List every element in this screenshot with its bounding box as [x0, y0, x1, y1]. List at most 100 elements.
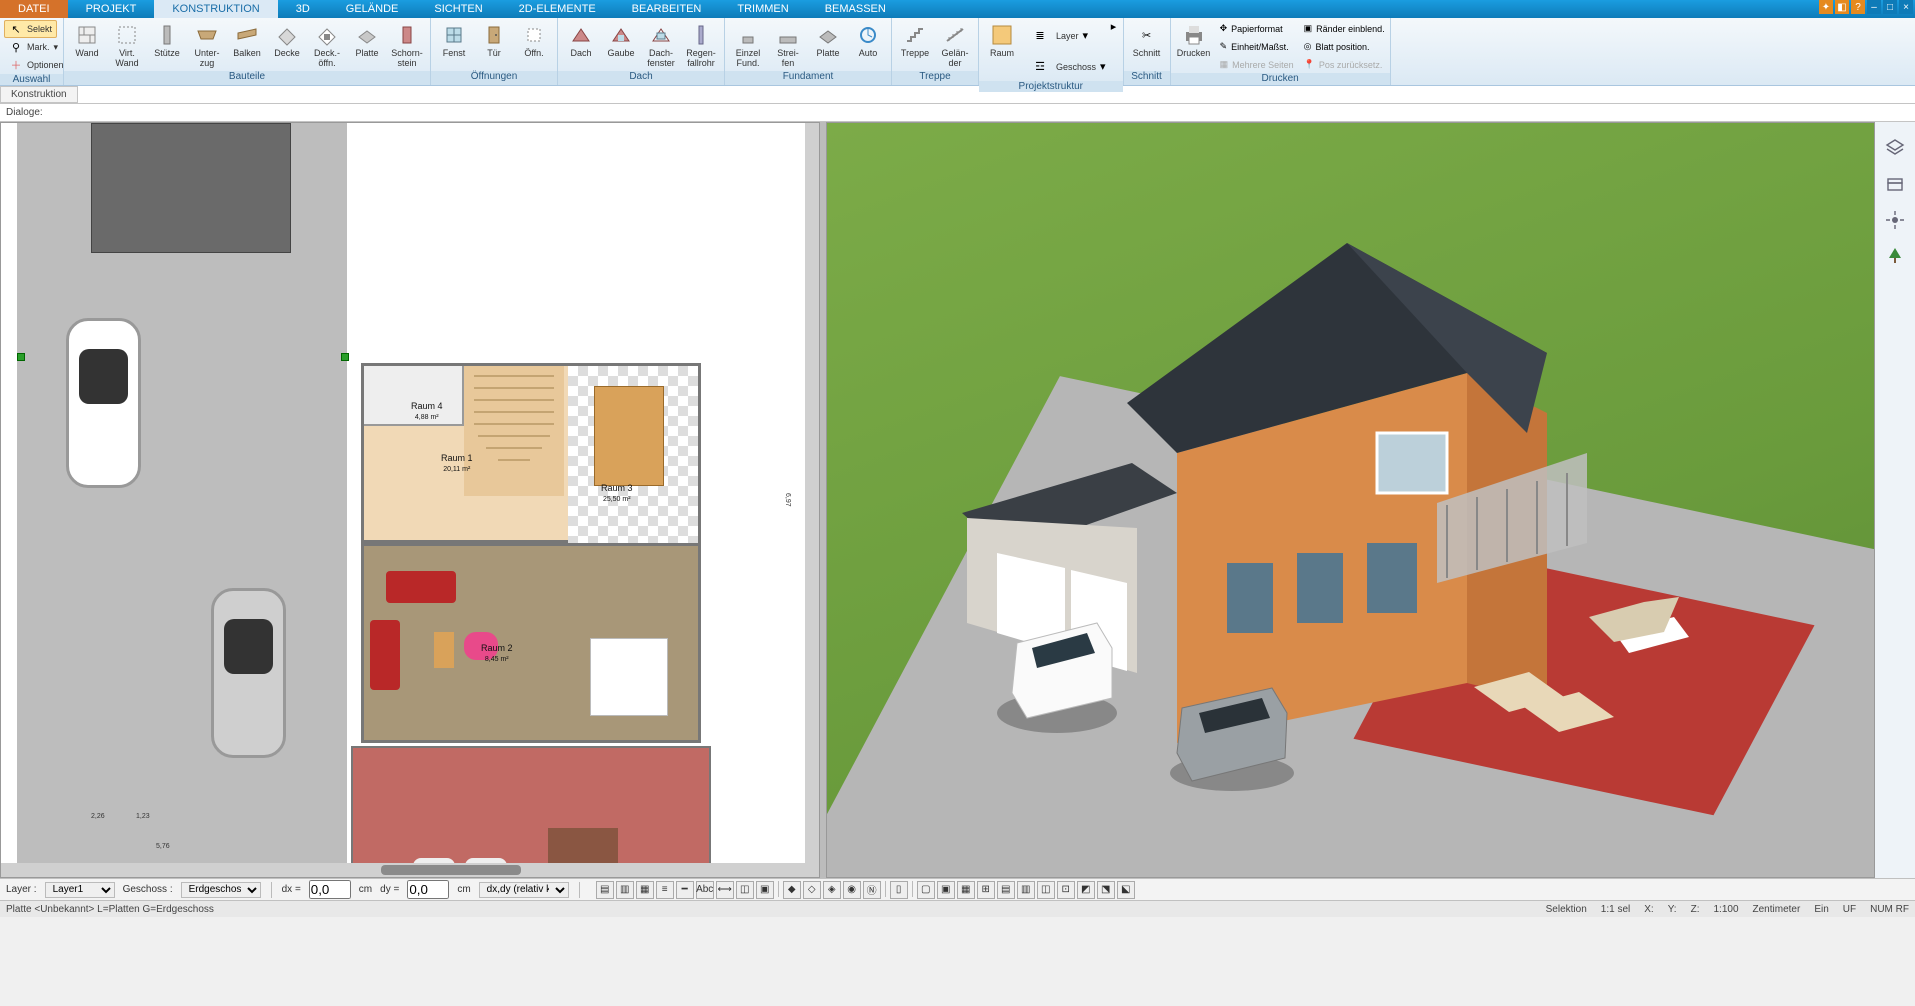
blatt-position-button[interactable]: ◎Blatt position.: [1303, 38, 1386, 55]
treppe-button[interactable]: Treppe: [896, 20, 934, 61]
menu-konstruktion[interactable]: KONSTRUKTION: [154, 0, 277, 18]
grid-3-icon[interactable]: ▦: [957, 881, 975, 899]
grid-11-icon[interactable]: ⬕: [1117, 881, 1135, 899]
selection-handle[interactable]: [17, 353, 25, 361]
gear-icon: ✥: [1220, 23, 1228, 34]
menu-trimmen[interactable]: TRIMMEN: [719, 0, 806, 18]
overlap-icon[interactable]: ▣: [756, 881, 774, 899]
orbit-tool-icon[interactable]: [1883, 208, 1907, 232]
streifen-button[interactable]: Strei-fen: [769, 20, 807, 71]
pos-reset-button[interactable]: 📍Pos zurücksetz.: [1303, 56, 1386, 73]
dx-input[interactable]: [309, 880, 351, 899]
offn-button[interactable]: Öffn.: [515, 20, 553, 61]
balken-button[interactable]: Balken: [228, 20, 266, 61]
grid-5-icon[interactable]: ▤: [997, 881, 1015, 899]
align-full-icon[interactable]: ▦: [636, 881, 654, 899]
menu-gelaende[interactable]: GELÄNDE: [328, 0, 417, 18]
dachfenster-button[interactable]: Dach-fenster: [642, 20, 680, 71]
titlebar-icon-2[interactable]: ◧: [1835, 0, 1849, 14]
mehrere-seiten-button[interactable]: ▦Mehrere Seiten: [1219, 56, 1295, 73]
virtwand-button[interactable]: Virt.Wand: [108, 20, 146, 71]
select-rect-icon[interactable]: ◫: [736, 881, 754, 899]
auto-button[interactable]: Auto: [849, 20, 887, 61]
menu-bearbeiten[interactable]: BEARBEITEN: [614, 0, 720, 18]
grid-6-icon[interactable]: ▥: [1017, 881, 1035, 899]
v-scrollbar[interactable]: [805, 123, 819, 877]
titlebar-help-icon[interactable]: ?: [1851, 0, 1865, 14]
einheit-button[interactable]: ✎Einheit/Maßst.: [1219, 38, 1295, 55]
menu-sichten[interactable]: SICHTEN: [416, 0, 500, 18]
dy-input[interactable]: [407, 880, 449, 899]
furniture-tool-icon[interactable]: [1883, 172, 1907, 196]
snap-2-icon[interactable]: ◇: [803, 881, 821, 899]
grid-7-icon[interactable]: ◫: [1037, 881, 1055, 899]
gaube-button[interactable]: Gaube: [602, 20, 640, 61]
window-maximize[interactable]: □: [1883, 0, 1897, 14]
schornstein-button[interactable]: Schorn-stein: [388, 20, 426, 71]
dimension-icon[interactable]: ⟷: [716, 881, 734, 899]
dach-button[interactable]: Dach: [562, 20, 600, 61]
projektstruktur-more[interactable]: ▸: [1109, 20, 1119, 33]
coord-mode-select[interactable]: dx,dy (relativ ka: [479, 882, 569, 898]
titlebar-icon-1[interactable]: ✦: [1819, 0, 1833, 14]
window-close[interactable]: ×: [1899, 0, 1913, 14]
papierformat-button[interactable]: ✥Papierformat: [1219, 20, 1295, 37]
3d-viewport[interactable]: [826, 122, 1875, 878]
snap-n-icon[interactable]: Ⓝ: [863, 881, 881, 899]
decke-button[interactable]: Decke: [268, 20, 306, 61]
geschoss-select[interactable]: Erdgeschos: [181, 882, 261, 898]
align-center-icon[interactable]: ▥: [616, 881, 634, 899]
snap-1-icon[interactable]: ◆: [783, 881, 801, 899]
mark-button[interactable]: ⚲Mark.▾: [4, 38, 63, 56]
raum-icon: [990, 23, 1014, 47]
fenst-button[interactable]: Fenst: [435, 20, 473, 61]
rander-button[interactable]: ▣Ränder einblend.: [1303, 20, 1386, 37]
ortho-icon[interactable]: ▯: [890, 881, 908, 899]
menu-3d[interactable]: 3D: [278, 0, 328, 18]
text-icon[interactable]: Abc: [696, 881, 714, 899]
platte-button[interactable]: Platte: [348, 20, 386, 61]
context-tab-konstruktion[interactable]: Konstruktion: [0, 86, 78, 103]
raum-button[interactable]: Raum: [983, 20, 1021, 61]
workspace: Raum 44,88 m² Raum 120,11 m² Raum 325,50…: [0, 122, 1915, 878]
layers-tool-icon[interactable]: [1883, 136, 1907, 160]
drucken-button[interactable]: Drucken: [1175, 20, 1213, 61]
dash-icon[interactable]: ━: [676, 881, 694, 899]
h-scrollbar[interactable]: [1, 863, 819, 877]
platte2-button[interactable]: Platte: [809, 20, 847, 61]
tree-tool-icon[interactable]: [1883, 244, 1907, 268]
gelander-button[interactable]: Gelän-der: [936, 20, 974, 71]
wand-button[interactable]: Wand: [68, 20, 106, 61]
window-minimize[interactable]: –: [1867, 0, 1881, 14]
regenfallrohr-button[interactable]: Regen-fallrohr: [682, 20, 720, 71]
grid-10-icon[interactable]: ⬔: [1097, 881, 1115, 899]
grid-2-icon[interactable]: ▣: [937, 881, 955, 899]
stutze-button[interactable]: Stütze: [148, 20, 186, 61]
layer-select[interactable]: Layer1: [45, 882, 115, 898]
2d-viewport[interactable]: Raum 44,88 m² Raum 120,11 m² Raum 325,50…: [0, 122, 820, 878]
unterzug-button[interactable]: Unter-zug: [188, 20, 226, 71]
tur-button[interactable]: Tür: [475, 20, 513, 61]
einzelfund-button[interactable]: EinzelFund.: [729, 20, 767, 71]
grid-4-icon[interactable]: ⊞: [977, 881, 995, 899]
selekt-button[interactable]: ↖Selekt: [4, 20, 57, 38]
grid-1-icon[interactable]: ▢: [917, 881, 935, 899]
list-icon[interactable]: ≡: [656, 881, 674, 899]
layer-dropdown[interactable]: ≣Layer▾: [1027, 20, 1107, 50]
status-left: Platte <Unbekannt> L=Platten G=Erdgescho…: [6, 904, 214, 915]
optionen-button[interactable]: ＋Optionen: [4, 56, 69, 74]
selection-handle[interactable]: [341, 353, 349, 361]
geschoss-dropdown[interactable]: ☲Geschoss▾: [1027, 51, 1107, 81]
deckoffn-button[interactable]: Deck.-öffn.: [308, 20, 346, 71]
menu-2delemente[interactable]: 2D-ELEMENTE: [501, 0, 614, 18]
schnitt-button[interactable]: ✂Schnitt: [1128, 20, 1166, 61]
snap-3-icon[interactable]: ◈: [823, 881, 841, 899]
menu-bemassen[interactable]: BEMASSEN: [807, 0, 904, 18]
menu-projekt[interactable]: PROJEKT: [68, 0, 155, 18]
h-scroll-thumb[interactable]: [381, 865, 521, 875]
grid-8-icon[interactable]: ⊡: [1057, 881, 1075, 899]
menu-datei[interactable]: DATEI: [0, 0, 68, 18]
grid-9-icon[interactable]: ◩: [1077, 881, 1095, 899]
snap-4-icon[interactable]: ◉: [843, 881, 861, 899]
align-left-icon[interactable]: ▤: [596, 881, 614, 899]
